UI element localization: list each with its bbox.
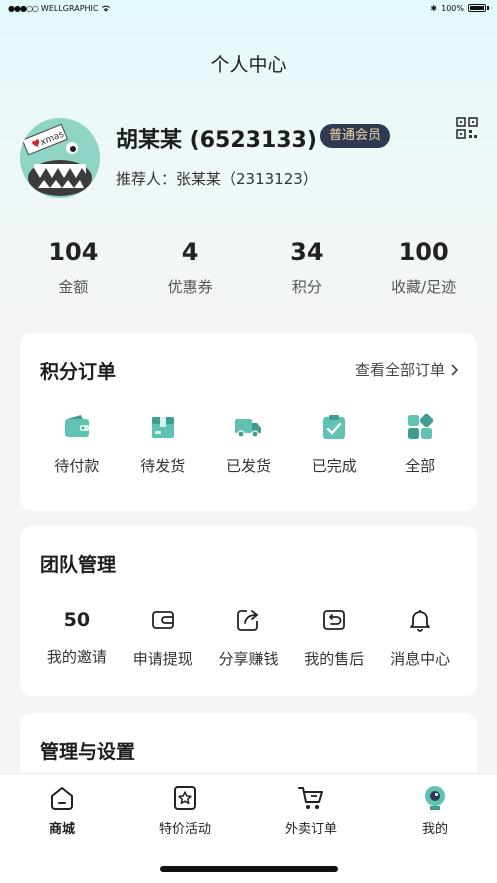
view-all-label: 查看全部订单 — [354, 361, 445, 379]
qr-code-icon[interactable] — [456, 117, 478, 139]
stat-label: 优惠券 — [167, 278, 213, 296]
grid-label: 全部 — [405, 457, 436, 475]
stat-label: 积分 — [291, 278, 322, 296]
team-management-card: 团队管理 50 我的邀请 申请提现 分享赚钱 我的售后 消息中心 — [20, 526, 477, 696]
star-bookmark-icon — [174, 786, 196, 810]
my-after-sales[interactable]: 我的售后 — [291, 606, 377, 669]
grid-label: 我的邀请 — [46, 648, 107, 666]
return-icon — [320, 606, 348, 634]
member-badge[interactable]: 普通会员 — [320, 124, 391, 148]
tab-label: 我的 — [421, 822, 448, 837]
battery-percent: 100% — [441, 3, 464, 13]
wifi-icon — [102, 5, 111, 12]
clipboard-check-icon — [320, 413, 348, 441]
grid-label: 待付款 — [54, 457, 100, 475]
tab-label: 外卖订单 — [284, 822, 337, 837]
truck-icon — [234, 413, 262, 441]
team-grid: 50 我的邀请 申请提现 分享赚钱 我的售后 消息中心 — [34, 606, 463, 669]
apply-withdrawal[interactable]: 申请提现 — [120, 606, 206, 669]
tab-mall[interactable]: 商城 — [7, 784, 117, 837]
order-pending-shipment[interactable]: 待发货 — [120, 413, 206, 476]
status-left: ●●●○○ WELLGRAPHIC — [8, 4, 111, 13]
share-icon — [234, 606, 262, 634]
tab-special-offers[interactable]: 特价活动 — [130, 784, 240, 837]
stat-coupons[interactable]: 4 优惠券 — [132, 236, 249, 297]
stat-value: 4 — [181, 238, 199, 266]
tab-label: 商城 — [48, 822, 75, 837]
grid-label: 消息中心 — [390, 650, 451, 668]
avatar[interactable]: ♥ xmas — [20, 118, 100, 198]
grid-icon — [406, 413, 434, 441]
home-indicator — [160, 866, 338, 872]
view-all-orders-link[interactable]: 查看全部订单 — [355, 359, 459, 380]
page-title: 个人中心 — [210, 54, 287, 76]
home-icon — [51, 787, 73, 810]
points-orders-card: 积分订单 查看全部订单 待付款 待发货 已发货 已完成 全部 — [20, 333, 477, 511]
bluetooth-icon: ✱ — [430, 3, 438, 13]
stat-favorites[interactable]: 100 收藏/足迹 — [365, 236, 482, 297]
stat-value: 34 — [290, 238, 324, 266]
status-right: ✱ 100% — [430, 4, 489, 13]
message-center[interactable]: 消息中心 — [377, 606, 463, 669]
card-title: 积分订单 — [40, 361, 117, 383]
bell-icon — [406, 606, 434, 634]
tab-label: 特价活动 — [158, 822, 211, 837]
tab-takeout-orders[interactable]: 外卖订单 — [256, 784, 366, 837]
tab-mine[interactable]: 我的 — [380, 784, 490, 837]
wallet-icon — [63, 413, 91, 441]
stat-value: 100 — [398, 238, 449, 266]
user-name: 胡某某 (6523133) — [116, 128, 317, 153]
invite-count: 50 — [63, 609, 91, 631]
carrier-name: WELLGRAPHIC — [40, 3, 99, 13]
order-status-grid: 待付款 待发货 已发货 已完成 全部 — [34, 413, 463, 476]
grid-label: 已完成 — [311, 457, 357, 475]
wallet-outline-icon — [149, 606, 177, 634]
card-title: 团队管理 — [40, 554, 117, 576]
chevron-right-icon — [451, 363, 459, 376]
box-icon — [149, 413, 177, 441]
order-completed[interactable]: 已完成 — [291, 413, 377, 476]
grid-label: 分享赚钱 — [218, 650, 279, 668]
stat-balance[interactable]: 104 金额 — [15, 236, 132, 297]
profile-avatar-icon — [425, 786, 445, 810]
stat-label: 收藏/足迹 — [391, 278, 457, 296]
battery-tip — [487, 6, 489, 10]
grid-label: 申请提现 — [132, 650, 193, 668]
stats-row: 104 金额 4 优惠券 34 积分 100 收藏/足迹 — [15, 236, 482, 297]
battery-icon — [468, 4, 486, 12]
status-bar: ●●●○○ WELLGRAPHIC ✱ 100% — [0, 0, 497, 16]
stat-label: 金额 — [58, 278, 89, 296]
grid-label: 待发货 — [140, 457, 186, 475]
cart-icon — [298, 787, 323, 809]
grid-label: 我的售后 — [304, 650, 365, 668]
order-pending-payment[interactable]: 待付款 — [34, 413, 120, 476]
stat-points[interactable]: 34 积分 — [249, 236, 366, 297]
stat-value: 104 — [48, 238, 99, 266]
referrer-info: 推荐人：张某某（2313123） — [116, 170, 318, 188]
order-all[interactable]: 全部 — [377, 413, 463, 476]
card-title: 管理与设置 — [40, 741, 136, 763]
monster-avatar-icon: ♥ xmas — [20, 118, 100, 198]
grid-label: 已发货 — [225, 457, 271, 475]
my-invitations[interactable]: 50 我的邀请 — [34, 606, 120, 669]
share-earn[interactable]: 分享赚钱 — [206, 606, 292, 669]
signal-icon: ●●●○○ — [8, 3, 39, 13]
order-shipped[interactable]: 已发货 — [206, 413, 292, 476]
